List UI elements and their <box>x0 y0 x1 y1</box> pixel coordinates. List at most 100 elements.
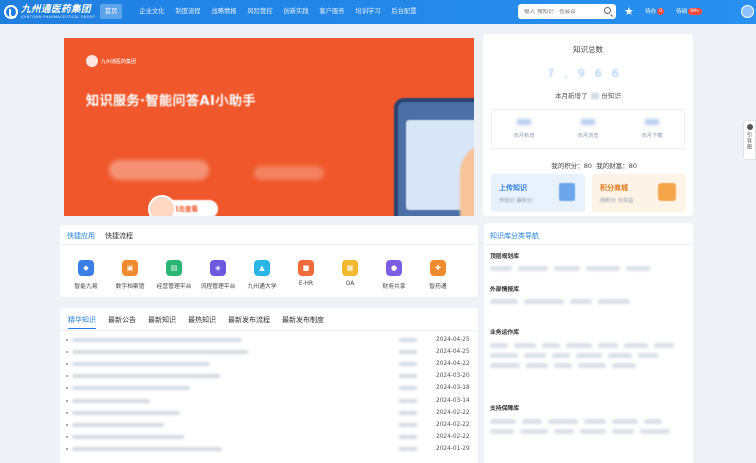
category-chip[interactable] <box>654 343 674 348</box>
category-chip[interactable] <box>570 299 592 304</box>
category-chip[interactable] <box>522 419 542 424</box>
upload-knowledge-button[interactable]: 上传知识 传知识 赢积分 <box>491 174 585 212</box>
app-launcher[interactable]: ▦ OA <box>328 260 372 290</box>
category-chip[interactable] <box>554 363 572 368</box>
list-item-title[interactable] <box>72 386 190 391</box>
list-item[interactable]: 2024-04-25 <box>66 346 474 358</box>
search-box[interactable] <box>518 4 616 19</box>
category-chip[interactable] <box>524 353 546 358</box>
tab-latest-policies[interactable]: 最新发布制度 <box>282 315 324 329</box>
list-item-title[interactable] <box>72 446 222 451</box>
category-chip[interactable] <box>524 299 564 304</box>
nav-item-strategy[interactable]: 战略情报 <box>206 4 242 19</box>
nav-item-customer[interactable]: 客户服务 <box>314 4 350 19</box>
search-icon[interactable] <box>604 7 611 14</box>
category-chip[interactable] <box>490 266 512 271</box>
guide-side-tab[interactable]: 引导图 <box>743 120 756 160</box>
list-item[interactable]: 2024-01-29 <box>66 443 474 455</box>
category-chip[interactable] <box>638 353 658 358</box>
list-item[interactable]: 2024-02-22 <box>66 419 474 431</box>
category-chip[interactable] <box>490 299 518 304</box>
category-chip[interactable] <box>490 343 508 348</box>
list-item-title[interactable] <box>72 434 184 439</box>
list-item-title[interactable] <box>72 410 180 415</box>
list-item-title[interactable] <box>72 374 220 379</box>
app-launcher[interactable]: ▤ 经营管理平台 <box>152 260 196 290</box>
category-chip[interactable] <box>612 363 636 368</box>
list-item[interactable]: 2024-03-14 <box>66 394 474 406</box>
category-chip[interactable] <box>644 419 662 424</box>
category-top-planning[interactable]: 顶层规划库 <box>490 251 519 260</box>
category-chip[interactable] <box>608 353 632 358</box>
nav-item-innovation[interactable]: 创新实践 <box>278 4 314 19</box>
list-item-title[interactable] <box>72 350 248 355</box>
category-chip[interactable] <box>548 419 578 424</box>
category-chip[interactable] <box>514 343 536 348</box>
category-chip[interactable] <box>598 343 618 348</box>
category-chip[interactable] <box>584 419 606 424</box>
list-item[interactable]: 2024-03-18 <box>66 382 474 394</box>
category-chip[interactable] <box>490 363 520 368</box>
todo-link[interactable]: 待办 0 <box>645 7 665 15</box>
nav-item-risk[interactable]: 风险管控 <box>242 4 278 19</box>
list-item[interactable]: 2024-04-22 <box>66 358 474 370</box>
category-external-intel[interactable]: 外部情报库 <box>490 284 519 293</box>
category-chip[interactable] <box>612 419 638 424</box>
list-item-title[interactable] <box>72 398 150 403</box>
promo-banner[interactable]: 九州通医药集团 知识服务·智能问答AI小助手 点击查看 <box>64 38 474 216</box>
category-chip[interactable] <box>490 419 516 424</box>
nav-item-admin[interactable]: 后台配置 <box>386 4 422 19</box>
category-chip[interactable] <box>578 363 606 368</box>
app-launcher[interactable]: ▲ 九州通大学 <box>240 260 284 290</box>
list-item-title[interactable] <box>72 362 210 367</box>
list-item-title[interactable] <box>72 422 164 427</box>
category-chip[interactable] <box>624 343 648 348</box>
category-support[interactable]: 支持保障库 <box>490 403 519 412</box>
category-chip[interactable] <box>554 266 580 271</box>
nav-item-training[interactable]: 培训学习 <box>350 4 386 19</box>
nav-item-culture[interactable]: 企业文化 <box>134 4 170 19</box>
category-chip[interactable] <box>612 429 634 434</box>
app-launcher[interactable]: ◆ 智能九易 <box>64 260 108 290</box>
app-launcher[interactable]: ◈ 流程管理平台 <box>196 260 240 290</box>
list-item[interactable]: 2024-04-25 <box>66 334 474 346</box>
app-launcher[interactable]: ● 财务共享 <box>372 260 416 290</box>
category-chip[interactable] <box>640 429 670 434</box>
category-chip[interactable] <box>520 429 548 434</box>
brand-logo[interactable]: 九州通医药集团 JOINTOWN PHARMACEUTICAL GROUP <box>4 3 95 21</box>
list-item[interactable]: 2024-03-20 <box>66 370 474 382</box>
app-launcher[interactable]: ▣ 数字档案馆 <box>108 260 152 290</box>
favorite-star-icon[interactable]: ★ <box>624 4 634 19</box>
user-avatar[interactable] <box>741 5 754 18</box>
points-mall-button[interactable]: 积分商城 用积分 兑奖品 <box>592 174 686 212</box>
category-business-ops[interactable]: 业务运作库 <box>490 327 519 336</box>
list-item-title[interactable] <box>72 338 242 343</box>
tab-latest-flows[interactable]: 最新发布流程 <box>228 315 270 329</box>
app-launcher[interactable]: ■ E-HR <box>284 260 328 290</box>
tab-featured[interactable]: 精华知识 <box>68 315 96 329</box>
nav-item-home[interactable]: 首页 <box>100 4 122 19</box>
category-chip[interactable] <box>626 266 650 271</box>
list-item[interactable]: 2024-02-22 <box>66 407 474 419</box>
category-chip[interactable] <box>542 343 560 348</box>
tab-hottest[interactable]: 最热知识 <box>188 315 216 329</box>
category-chip[interactable] <box>526 363 548 368</box>
tab-quick-apps[interactable]: 快捷应用 <box>67 231 95 245</box>
category-chip[interactable] <box>580 429 606 434</box>
app-launcher[interactable]: ✚ 智药通 <box>416 260 460 290</box>
category-chip[interactable] <box>552 353 570 358</box>
tab-quick-flows[interactable]: 快捷流程 <box>105 231 133 245</box>
category-chip[interactable] <box>554 429 574 434</box>
list-item[interactable]: 2024-02-22 <box>66 431 474 443</box>
tab-announcements[interactable]: 最新公告 <box>108 315 136 329</box>
pending-read-link[interactable]: 待阅 99+ <box>676 7 702 15</box>
category-chip[interactable] <box>598 299 630 304</box>
category-chip[interactable] <box>566 343 592 348</box>
tab-latest[interactable]: 最新知识 <box>148 315 176 329</box>
nav-item-process[interactable]: 制度流程 <box>170 4 206 19</box>
category-chip[interactable] <box>490 353 518 358</box>
category-chip[interactable] <box>490 429 514 434</box>
category-chip[interactable] <box>518 266 548 271</box>
category-chip[interactable] <box>576 353 602 358</box>
category-chip[interactable] <box>586 266 620 271</box>
